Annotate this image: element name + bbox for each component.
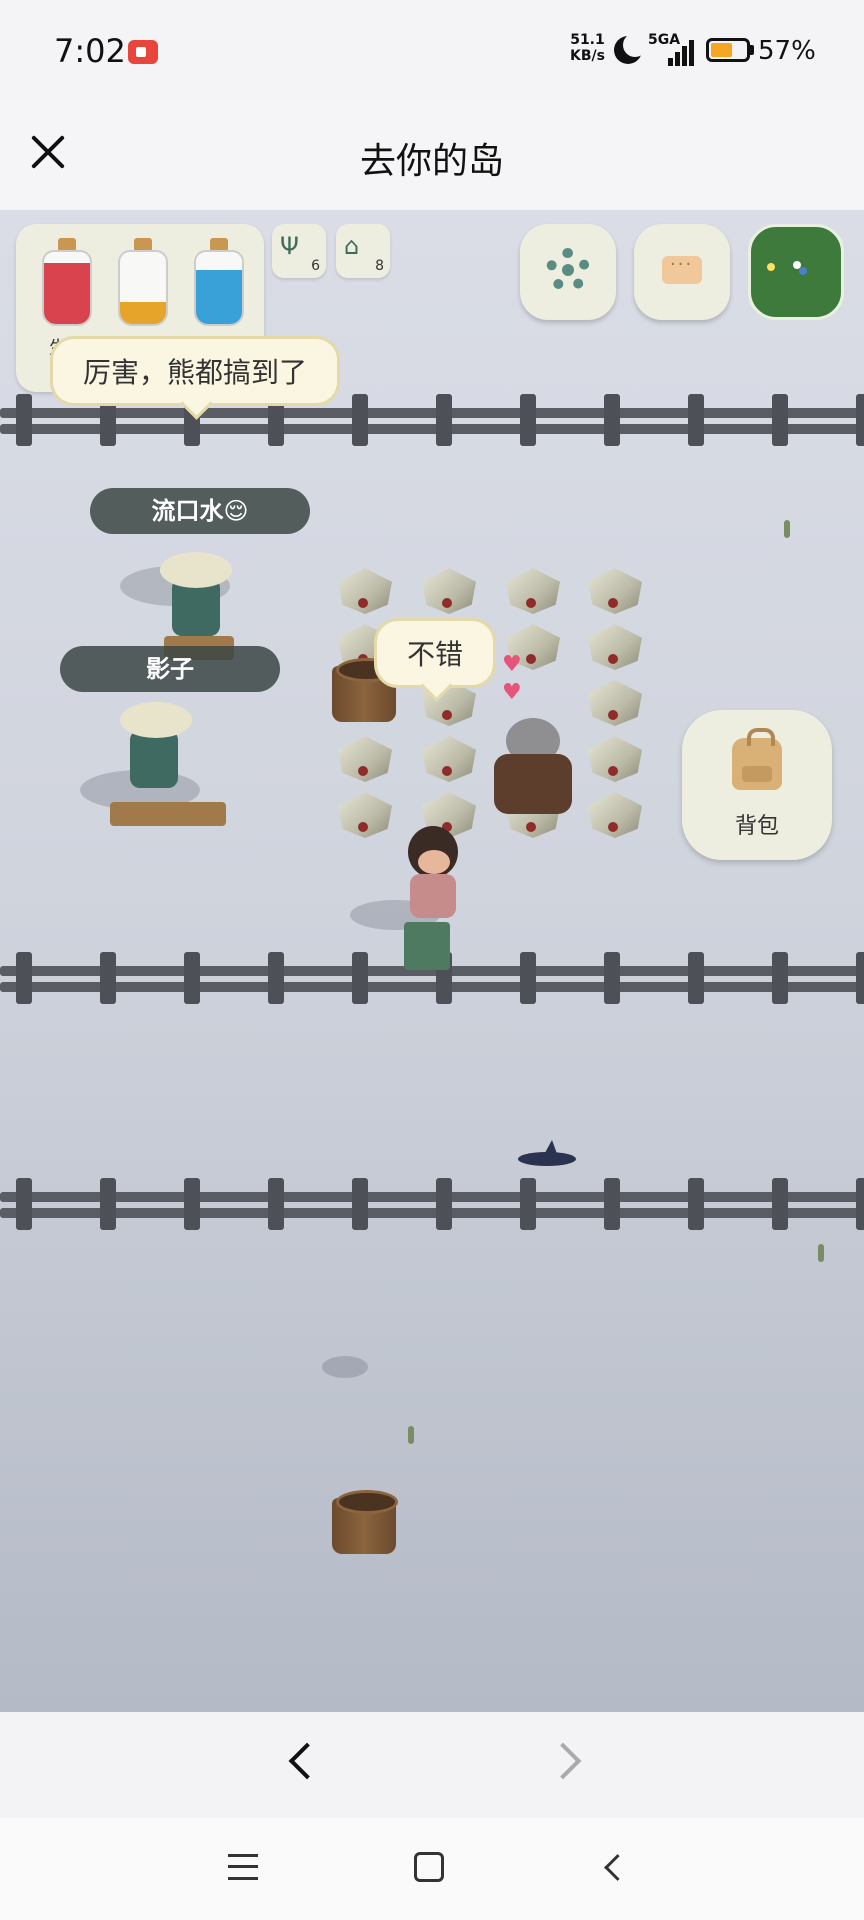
health-level (44, 262, 90, 324)
status-bar: 7:02 51.1 KB/s 5GA 57% (0, 0, 864, 100)
rock[interactable] (588, 736, 642, 782)
speech-bubble: 不错 (374, 618, 497, 688)
bear[interactable] (494, 718, 572, 814)
beehive-item-badge[interactable]: ⌂ 8 (336, 224, 390, 278)
hunger-bottle-icon (118, 238, 168, 328)
rock[interactable] (338, 792, 392, 838)
water-level (196, 270, 242, 324)
fence-post (520, 394, 536, 446)
sprout[interactable] (818, 1244, 824, 1262)
rock[interactable] (422, 568, 476, 614)
fence-post (352, 394, 368, 446)
home-button[interactable] (414, 1852, 444, 1882)
skateboard (404, 922, 450, 970)
sprout[interactable] (784, 520, 790, 538)
rock[interactable] (338, 736, 392, 782)
fence-post (604, 952, 620, 1004)
heart-icon: ♥ (502, 652, 522, 677)
backpack-label: 背包 (734, 814, 779, 839)
fence-post (604, 1178, 620, 1230)
game-canvas[interactable]: ♥ ♥ 流口水😌 影子 生命 饱食 (0, 210, 864, 1712)
chat-icon (662, 254, 702, 284)
network-speed-value: 51.1 (570, 32, 605, 48)
rock[interactable] (588, 680, 642, 726)
sprout-count: 6 (311, 258, 320, 274)
fence-post (184, 1178, 200, 1230)
signal-icon: 5GA (648, 32, 694, 66)
water-bottle-icon (194, 238, 244, 328)
rock[interactable] (422, 736, 476, 782)
fence-post (520, 1178, 536, 1230)
signal-label: 5GA (648, 32, 681, 48)
player-name-tag: 影子 (60, 646, 280, 692)
fence-post (184, 952, 200, 1004)
heart-icon: ♥ (502, 680, 522, 705)
battery-icon (706, 38, 750, 62)
fence-post (100, 952, 116, 1004)
fence-post (16, 394, 32, 446)
fence-post (604, 394, 620, 446)
rock[interactable] (506, 568, 560, 614)
chat-button[interactable] (634, 224, 730, 320)
rock[interactable] (338, 568, 392, 614)
fence-post (16, 1178, 32, 1230)
fence-post (772, 394, 788, 446)
fence-post (352, 952, 368, 1004)
rock[interactable] (588, 568, 642, 614)
gear-icon (546, 248, 590, 292)
fence-post (688, 394, 704, 446)
fence-post (436, 394, 452, 446)
water-barrel[interactable] (332, 1490, 398, 1554)
do-not-disturb-icon (614, 33, 647, 64)
beehive-count: 8 (375, 258, 384, 274)
recent-apps-button[interactable] (228, 1854, 258, 1880)
screen-record-icon (128, 40, 158, 64)
speech-bubble: 厉害，熊都搞到了 (50, 336, 341, 406)
beehive-icon: ⌂ (344, 232, 360, 260)
browser-nav-bar (0, 1712, 864, 1818)
fence-post (268, 1178, 284, 1230)
forward-button[interactable] (540, 1736, 596, 1792)
system-nav-bar (0, 1818, 864, 1920)
fence-post (688, 952, 704, 1004)
battery-percent: 57% (758, 36, 816, 66)
fence-post (100, 1178, 116, 1230)
sprout[interactable] (408, 1426, 414, 1444)
fence-post (856, 1178, 864, 1230)
fence-post (772, 1178, 788, 1230)
fence-post (772, 952, 788, 1004)
fence-post (688, 1178, 704, 1230)
backpack-button[interactable]: 背包 (682, 710, 832, 860)
fence-post (16, 952, 32, 1004)
fence-post (352, 1178, 368, 1230)
network-speed-unit: KB/s (570, 48, 605, 64)
hunger-level (120, 302, 166, 324)
bird[interactable] (518, 1140, 576, 1170)
system-back-button[interactable] (600, 1854, 626, 1880)
fence-post (856, 952, 864, 1004)
minimap[interactable] (748, 224, 844, 320)
health-bottle-icon (42, 238, 92, 328)
fence-post (520, 952, 536, 1004)
sprout-icon: Ψ (280, 232, 299, 260)
fence-post (856, 394, 864, 446)
page-title: 去你的岛 (359, 141, 504, 182)
rock[interactable] (588, 792, 642, 838)
rock[interactable] (588, 624, 642, 670)
title-bar: 去你的岛 (0, 100, 864, 210)
status-time: 7:02 (54, 32, 126, 70)
fence (0, 1178, 864, 1238)
settings-button[interactable] (520, 224, 616, 320)
battery-fill (711, 43, 732, 57)
network-speed: 51.1 KB/s (570, 32, 605, 64)
player-name-tag: 流口水😌 (90, 488, 310, 534)
back-button[interactable] (274, 1736, 330, 1792)
sprout-item-badge[interactable]: Ψ 6 (272, 224, 326, 278)
fence-post (268, 952, 284, 1004)
fence-post (436, 1178, 452, 1230)
backpack-icon (732, 728, 782, 790)
player-character[interactable] (110, 690, 230, 850)
